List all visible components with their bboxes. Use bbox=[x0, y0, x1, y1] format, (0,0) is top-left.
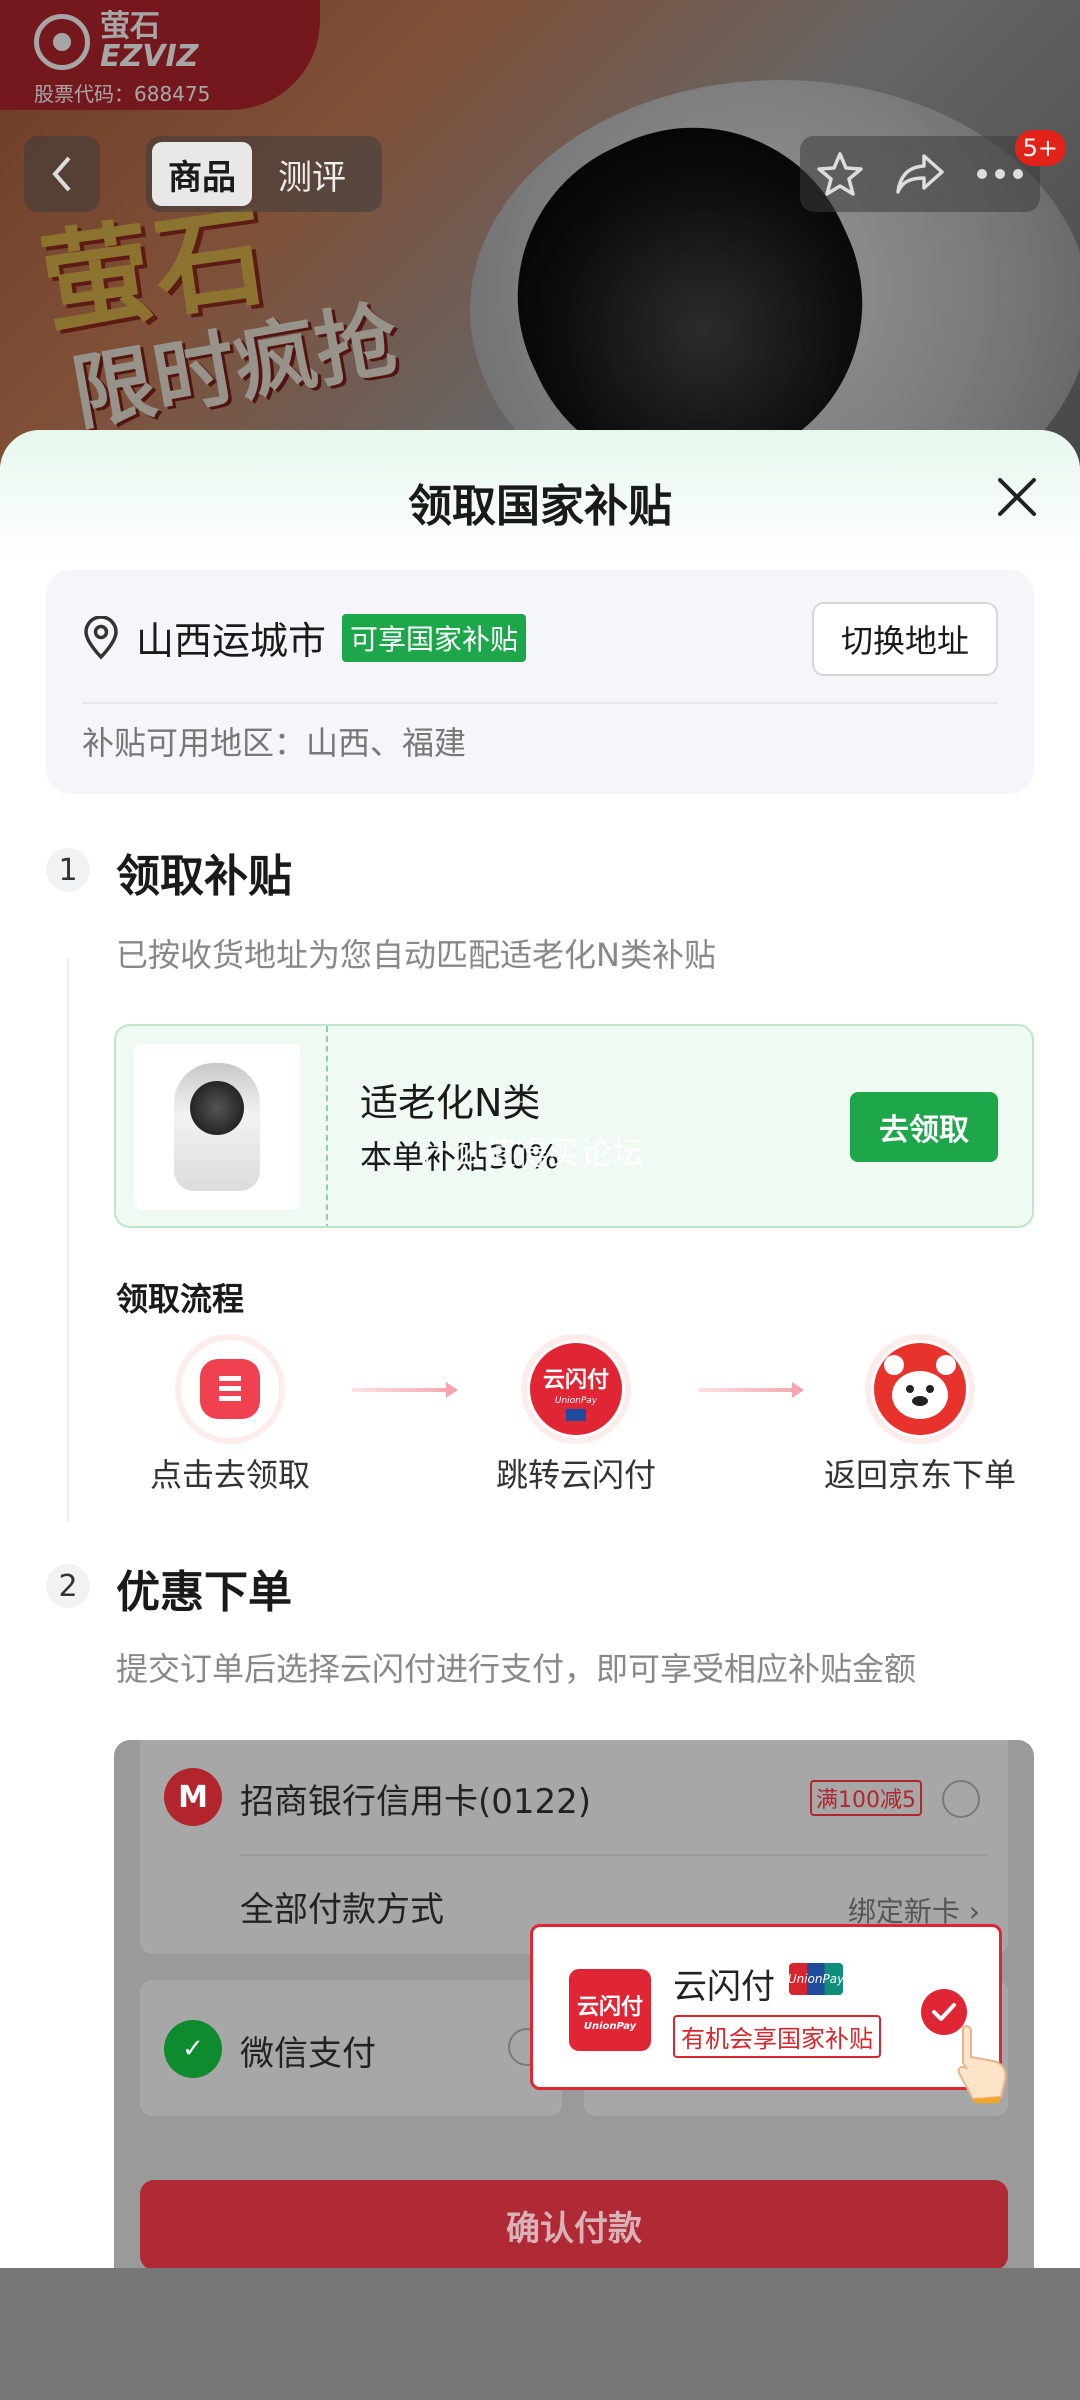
sheet-header: 领取国家补贴 bbox=[0, 430, 1080, 560]
pointing-hand-icon bbox=[957, 2025, 1007, 2103]
close-icon[interactable] bbox=[994, 474, 1040, 520]
step-number-1: 1 bbox=[46, 848, 90, 892]
action-group bbox=[800, 136, 1040, 212]
flow-arrow bbox=[698, 1382, 804, 1398]
subsidy-card: 适老化N类 本单补贴30% 去领取 bbox=[114, 1024, 1034, 1228]
back-button[interactable] bbox=[24, 136, 100, 212]
ysf-logo-text: 云闪付 bbox=[576, 1994, 643, 2020]
bottom-overlay-bar bbox=[0, 2268, 1080, 2400]
yunshanfu-logo-icon: 云闪付 UnionPay bbox=[569, 1969, 651, 2051]
svg-text:UnionPay: UnionPay bbox=[555, 1396, 598, 1406]
step-connector-line bbox=[67, 958, 69, 1522]
ysf-logo-subtext: UnionPay bbox=[583, 2020, 637, 2032]
location-pin-icon bbox=[84, 615, 118, 659]
eligible-tag: 可享国家补贴 bbox=[342, 613, 527, 662]
divider bbox=[240, 1854, 988, 1856]
svg-text:云闪付: 云闪付 bbox=[543, 1368, 609, 1393]
message-badge: 5+ bbox=[1014, 130, 1066, 166]
star-icon[interactable] bbox=[815, 149, 865, 199]
step-number-2: 2 bbox=[46, 1564, 90, 1608]
tab-product[interactable]: 商品 bbox=[152, 142, 252, 206]
share-icon[interactable] bbox=[894, 150, 946, 198]
step-title-1: 领取补贴 bbox=[116, 851, 292, 902]
divider bbox=[82, 702, 998, 704]
flow-step-1: 点击去领取 bbox=[130, 1340, 330, 1496]
jd-mascot-icon bbox=[871, 1340, 969, 1438]
claim-subsidy-button[interactable]: 去领取 bbox=[850, 1092, 998, 1162]
flow-step-label: 点击去领取 bbox=[149, 1456, 310, 1494]
radio-icon bbox=[942, 1780, 980, 1818]
step-desc-1: 已按收货地址为您自动匹配适老化N类补贴 bbox=[116, 936, 716, 974]
flow-step-label: 返回京东下单 bbox=[823, 1456, 1016, 1494]
more-icon[interactable] bbox=[975, 167, 1025, 181]
address-row: 山西运城市 可享国家补贴 bbox=[82, 610, 527, 665]
dim-overlay bbox=[0, 0, 1080, 470]
bank-promo-tag: 满100减5 bbox=[810, 1780, 922, 1816]
available-regions: 补贴可用地区：山西、福建 bbox=[82, 724, 467, 762]
switch-address-button[interactable]: 切换地址 bbox=[812, 602, 998, 676]
product-page-background: 萤石 限时疯抢 萤石 EZVIZ 股票代码：688475 商品 测评 5+ bbox=[0, 0, 1080, 470]
tab-group: 商品 测评 bbox=[146, 136, 382, 212]
bank-card-option: M 招商银行信用卡(0122) 满100减5 全部付款方式 绑定新卡 › bbox=[140, 1740, 1008, 1954]
wechat-pay-name: 微信支付 bbox=[240, 2034, 376, 2074]
flow-step-3: 返回京东下单 bbox=[820, 1340, 1020, 1496]
confirm-payment-button: 确认付款 bbox=[140, 2180, 1008, 2270]
step-desc-2: 提交订单后选择云闪付进行支付，即可享受相应补贴金额 bbox=[116, 1650, 917, 1688]
subsidy-name: 适老化N类 bbox=[360, 1081, 541, 1125]
flow-step-2: 云闪付 UnionPay 跳转云闪付 bbox=[476, 1340, 676, 1496]
flow-title: 领取流程 bbox=[116, 1280, 245, 1318]
wechat-pay-icon: ✓ bbox=[164, 2020, 222, 2078]
all-payment-methods: 全部付款方式 bbox=[240, 1890, 444, 1930]
product-thumbnail bbox=[134, 1044, 300, 1210]
yunshanfu-name: 云闪付 bbox=[673, 1967, 775, 2007]
camera-thumbnail-image bbox=[174, 1063, 260, 1191]
dashed-divider bbox=[326, 1026, 328, 1226]
yunshanfu-subsidy-tag: 有机会享国家补贴 bbox=[673, 2015, 881, 2058]
cmb-logo-icon: M bbox=[164, 1768, 222, 1826]
step-title-2: 优惠下单 bbox=[116, 1567, 292, 1618]
sheet-title: 领取国家补贴 bbox=[408, 481, 672, 532]
subsidy-rate: 本单补贴30% bbox=[360, 1138, 560, 1176]
address-city: 山西运城市 bbox=[136, 619, 327, 663]
wechat-pay-option: ✓ 微信支付 bbox=[140, 1980, 562, 2116]
jd-coupon-icon bbox=[181, 1340, 279, 1438]
yunshanfu-highlight: 云闪付 UnionPay 云闪付 UnionPay 有机会享国家补贴 bbox=[530, 1924, 1007, 2103]
flow-step-label: 跳转云闪付 bbox=[495, 1456, 656, 1494]
flow-arrow bbox=[352, 1382, 458, 1398]
top-nav: 商品 测评 5+ bbox=[0, 130, 1080, 212]
bank-card-name: 招商银行信用卡(0122) bbox=[240, 1782, 592, 1822]
unionpay-quickpass-icon: 云闪付 UnionPay bbox=[527, 1340, 625, 1438]
tab-review[interactable]: 测评 bbox=[262, 142, 362, 206]
back-icon bbox=[52, 156, 71, 192]
unionpay-badge-icon: UnionPay bbox=[788, 1963, 844, 1995]
address-card: 山西运城市 可享国家补贴 切换地址 补贴可用地区：山西、福建 bbox=[46, 570, 1034, 794]
